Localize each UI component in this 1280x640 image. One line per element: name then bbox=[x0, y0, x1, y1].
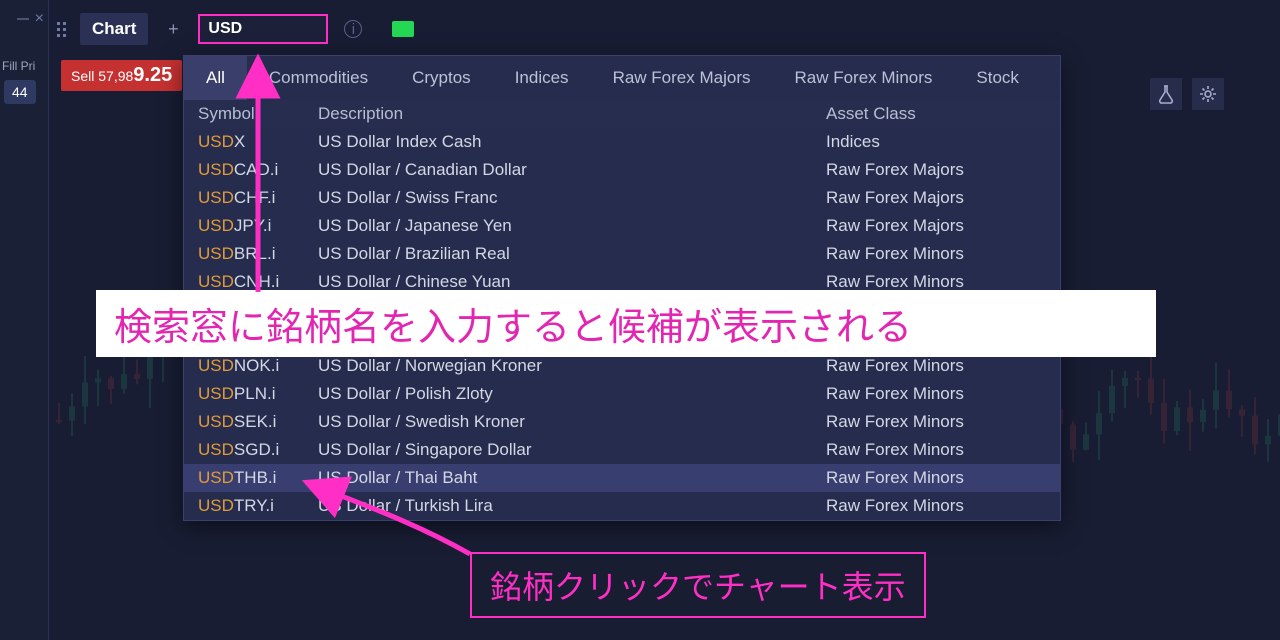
desc-cell: US Dollar / Norwegian Kroner bbox=[318, 356, 826, 376]
info-icon[interactable]: i bbox=[344, 20, 362, 38]
desc-cell: US Dollar / Brazilian Real bbox=[318, 244, 826, 264]
dropdown-tab-commodities[interactable]: Commodities bbox=[247, 56, 390, 100]
symbol-cell: USDCNH.i bbox=[198, 272, 318, 292]
class-cell: Raw Forex Majors bbox=[826, 160, 1046, 180]
col-symbol: Symbol bbox=[198, 104, 318, 124]
annotation-banner: 検索窓に銘柄名を入力すると候補が表示される bbox=[96, 290, 1156, 357]
symbol-row[interactable]: USDCAD.iUS Dollar / Canadian DollarRaw F… bbox=[184, 156, 1060, 184]
symbol-search-input[interactable] bbox=[198, 14, 328, 44]
desc-cell: US Dollar / Polish Zloty bbox=[318, 384, 826, 404]
symbol-row[interactable]: USDBRL.iUS Dollar / Brazilian RealRaw Fo… bbox=[184, 240, 1060, 268]
dropdown-tab-cryptos[interactable]: Cryptos bbox=[390, 56, 493, 100]
symbol-row[interactable]: USDTHB.iUS Dollar / Thai BahtRaw Forex M… bbox=[184, 464, 1060, 492]
symbol-row[interactable]: USDSEK.iUS Dollar / Swedish KronerRaw Fo… bbox=[184, 408, 1060, 436]
lab-icon[interactable] bbox=[1150, 78, 1182, 110]
symbol-cell: USDJPY.i bbox=[198, 216, 318, 236]
col-desc: Description bbox=[318, 104, 826, 124]
desc-cell: US Dollar / Canadian Dollar bbox=[318, 160, 826, 180]
class-cell: Raw Forex Minors bbox=[826, 356, 1046, 376]
desc-cell: US Dollar / Swiss Franc bbox=[318, 188, 826, 208]
symbol-cell: USDTHB.i bbox=[198, 468, 318, 488]
desc-cell: US Dollar / Swedish Kroner bbox=[318, 412, 826, 432]
class-cell: Raw Forex Majors bbox=[826, 188, 1046, 208]
chart-pill[interactable]: Chart bbox=[80, 13, 148, 45]
symbol-cell: USDNOK.i bbox=[198, 356, 318, 376]
add-chart-button[interactable]: + bbox=[158, 14, 188, 44]
symbol-cell: USDSEK.i bbox=[198, 412, 318, 432]
col-class: Asset Class bbox=[826, 104, 1046, 124]
dropdown-tabs: AllCommoditiesCryptosIndicesRaw Forex Ma… bbox=[184, 56, 1060, 100]
dropdown-tab-stock[interactable]: Stock bbox=[954, 56, 1041, 100]
dropdown-tab-raw-forex-minors[interactable]: Raw Forex Minors bbox=[772, 56, 954, 100]
minimize-icon[interactable] bbox=[17, 18, 29, 20]
desc-cell: US Dollar / Thai Baht bbox=[318, 468, 826, 488]
chart-toolbar: Chart + i bbox=[49, 8, 1280, 50]
dropdown-tab-raw-forex-majors[interactable]: Raw Forex Majors bbox=[591, 56, 773, 100]
symbol-cell: USDPLN.i bbox=[198, 384, 318, 404]
search-input[interactable] bbox=[208, 20, 318, 38]
symbol-cell: USDBRL.i bbox=[198, 244, 318, 264]
symbol-cell: USDTRY.i bbox=[198, 496, 318, 516]
class-cell: Raw Forex Minors bbox=[826, 244, 1046, 264]
class-cell: Raw Forex Minors bbox=[826, 412, 1046, 432]
close-icon[interactable]: × bbox=[35, 10, 44, 28]
gear-icon[interactable] bbox=[1192, 78, 1224, 110]
class-cell: Raw Forex Minors bbox=[826, 496, 1046, 516]
symbol-row[interactable]: USDJPY.iUS Dollar / Japanese YenRaw Fore… bbox=[184, 212, 1060, 240]
fill-price-label: Fill Pri bbox=[2, 59, 35, 73]
symbol-dropdown: AllCommoditiesCryptosIndicesRaw Forex Ma… bbox=[183, 55, 1061, 521]
class-cell: Raw Forex Minors bbox=[826, 384, 1046, 404]
class-cell: Indices bbox=[826, 132, 1046, 152]
sell-small: 57,98 bbox=[98, 68, 133, 84]
symbol-row[interactable]: USDSGD.iUS Dollar / Singapore DollarRaw … bbox=[184, 436, 1060, 464]
dropdown-tab-indices[interactable]: Indices bbox=[493, 56, 591, 100]
class-cell: Raw Forex Minors bbox=[826, 468, 1046, 488]
class-cell: Raw Forex Majors bbox=[826, 216, 1046, 236]
dropdown-header: Symbol Description Asset Class bbox=[184, 100, 1060, 128]
symbol-cell: USDSGD.i bbox=[198, 440, 318, 460]
desc-cell: US Dollar / Turkish Lira bbox=[318, 496, 826, 516]
drag-handle-icon[interactable] bbox=[53, 22, 70, 37]
symbol-row[interactable]: USDXUS Dollar Index CashIndices bbox=[184, 128, 1060, 156]
annotation-click-note: 銘柄クリックでチャート表示 bbox=[470, 552, 926, 618]
desc-cell: US Dollar / Japanese Yen bbox=[318, 216, 826, 236]
symbol-row[interactable]: USDTRY.iUS Dollar / Turkish LiraRaw Fore… bbox=[184, 492, 1060, 520]
sell-label: Sell bbox=[71, 68, 94, 84]
status-indicator bbox=[392, 21, 414, 37]
sell-button[interactable]: Sell 57,989.25 bbox=[61, 60, 182, 91]
desc-cell: US Dollar Index Cash bbox=[318, 132, 826, 152]
previous-panel-edge: × Fill Pri 44 bbox=[0, 0, 49, 640]
sell-big: 9.25 bbox=[133, 64, 172, 86]
dropdown-tab-all[interactable]: All bbox=[184, 56, 247, 100]
desc-cell: US Dollar / Singapore Dollar bbox=[318, 440, 826, 460]
class-cell: Raw Forex Minors bbox=[826, 272, 1046, 292]
symbol-cell: USDX bbox=[198, 132, 318, 152]
desc-cell: US Dollar / Chinese Yuan bbox=[318, 272, 826, 292]
symbol-row[interactable]: USDPLN.iUS Dollar / Polish ZlotyRaw Fore… bbox=[184, 380, 1060, 408]
symbol-cell: USDCAD.i bbox=[198, 160, 318, 180]
symbol-row[interactable]: USDCHF.iUS Dollar / Swiss FrancRaw Forex… bbox=[184, 184, 1060, 212]
fill-price-value: 44 bbox=[4, 80, 36, 104]
class-cell: Raw Forex Minors bbox=[826, 440, 1046, 460]
symbol-cell: USDCHF.i bbox=[198, 188, 318, 208]
